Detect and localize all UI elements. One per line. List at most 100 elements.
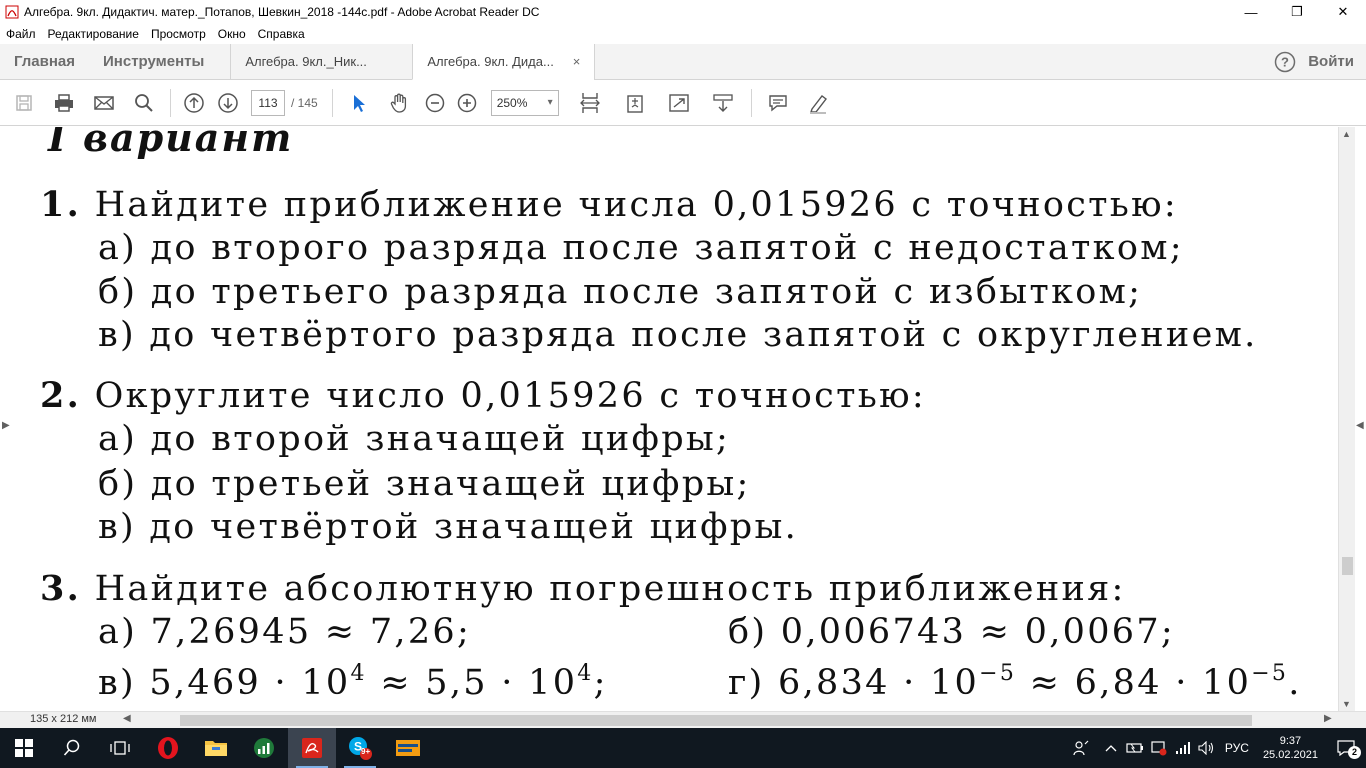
question-3-d-approx: ≈ 6,84 · 10 <box>1016 663 1252 703</box>
acrobat-taskbar-icon[interactable] <box>288 728 336 768</box>
window-title: Алгебра. 9кл. Дидактич. матер._Потапов, … <box>24 5 540 19</box>
question-3-c-base: в) 5,469 · 10 <box>98 663 351 703</box>
scroll-right-icon[interactable]: ▶ <box>1324 713 1332 724</box>
notification-center-icon[interactable]: 2 <box>1326 728 1366 768</box>
zoom-in-icon[interactable] <box>451 87 483 119</box>
left-pane-toggle-icon[interactable]: ▶ <box>2 420 10 431</box>
question-2-text: Округлите число 0,015926 с точностью: <box>94 376 926 416</box>
file-explorer-icon[interactable] <box>192 728 240 768</box>
zoom-select[interactable]: 250% ▾ <box>490 89 559 116</box>
vertical-scroll-thumb[interactable] <box>1342 557 1353 575</box>
task-manager-icon[interactable] <box>240 728 288 768</box>
select-tool-icon[interactable] <box>339 87 379 119</box>
close-window-button[interactable]: ✕ <box>1320 0 1366 24</box>
print-icon[interactable] <box>44 87 84 119</box>
opera-icon[interactable] <box>144 728 192 768</box>
question-3-c-exponent: 4 <box>350 661 367 686</box>
chevron-down-icon: ▾ <box>547 97 553 108</box>
people-icon[interactable] <box>1069 740 1093 756</box>
question-3: 3. Найдите абсолютную погрешность прибли… <box>40 568 1126 609</box>
clock-date: 25.02.2021 <box>1262 749 1318 761</box>
tab-document-1-label: Алгебра. 9кл._Ник... <box>245 54 367 69</box>
tab-document-1[interactable]: Алгебра. 9кл._Ник... <box>230 44 412 79</box>
volume-icon[interactable] <box>1195 741 1219 755</box>
next-page-icon[interactable] <box>211 87 245 119</box>
scroll-down-icon[interactable]: ▼ <box>1342 699 1351 709</box>
close-tab-icon[interactable]: × <box>573 54 581 69</box>
question-1-c: в) до четвёртого разряда после запятой с… <box>98 315 1258 355</box>
variant-heading: I вариант <box>48 127 294 160</box>
title-bar: Алгебра. 9кл. Дидактич. матер._Потапов, … <box>0 0 1366 24</box>
question-1-number: 1. <box>40 184 82 225</box>
help-icon[interactable]: ? <box>1262 44 1308 79</box>
menu-view[interactable]: Просмотр <box>145 27 212 41</box>
tab-document-2[interactable]: Алгебра. 9кл. Дида... × <box>412 44 595 80</box>
task-view-icon[interactable] <box>96 728 144 768</box>
right-pane-toggle-icon[interactable]: ◀ <box>1356 420 1364 431</box>
vertical-scrollbar[interactable]: ▲ ▼ <box>1338 127 1355 711</box>
clock[interactable]: 9:37 25.02.2021 <box>1255 734 1326 762</box>
scroll-mode-icon[interactable] <box>701 87 745 119</box>
acrobat-app-icon <box>4 4 20 20</box>
tab-document-2-label: Алгебра. 9кл. Дида... <box>427 54 554 69</box>
email-icon[interactable] <box>84 87 124 119</box>
skype-badge: 9+ <box>361 747 371 756</box>
security-warning-icon[interactable] <box>1147 740 1171 756</box>
question-3-d: г) 6,834 · 10−5 ≈ 6,84 · 10−5. <box>728 661 1302 703</box>
question-1-a: а) до второго разряда после запятой с не… <box>98 228 1184 268</box>
minimize-button[interactable]: — <box>1228 0 1274 24</box>
system-tray: РУС 9:37 25.02.2021 2 <box>1069 728 1366 768</box>
question-3-d-end: . <box>1288 663 1302 703</box>
question-3-d-exponent: −5 <box>979 661 1017 686</box>
toolbar-separator <box>331 88 333 117</box>
page-number-input[interactable]: 113 <box>251 89 285 116</box>
question-3-c-approx: ≈ 5,5 · 10 <box>366 663 578 703</box>
save-icon[interactable] <box>4 87 44 119</box>
language-indicator[interactable]: РУС <box>1219 741 1255 755</box>
question-3-number: 3. <box>40 568 82 609</box>
menu-window[interactable]: Окно <box>212 27 252 41</box>
notification-count: 2 <box>1348 746 1361 759</box>
sign-in-button[interactable]: Войти <box>1308 44 1366 79</box>
menu-edit[interactable]: Редактирование <box>42 27 145 41</box>
full-screen-icon[interactable] <box>657 87 701 119</box>
question-2-a: а) до второй значащей цифры; <box>98 419 731 459</box>
question-3-c: в) 5,469 · 104 ≈ 5,5 · 104; <box>98 661 608 703</box>
tab-home[interactable]: Главная <box>0 44 89 79</box>
question-3-c-exponent-2: 4 <box>577 661 594 686</box>
question-1-b: б) до третьего разряда после запятой с и… <box>98 272 1143 312</box>
horizontal-scroll-thumb[interactable] <box>180 715 1252 726</box>
tab-tools[interactable]: Инструменты <box>89 44 230 79</box>
question-3-text: Найдите абсолютную погрешность приближен… <box>94 569 1126 609</box>
scroll-up-icon[interactable]: ▲ <box>1342 129 1351 139</box>
comment-icon[interactable] <box>758 87 798 119</box>
skype-icon[interactable]: S 9+ <box>336 728 384 768</box>
question-3-a: а) 7,26945 ≈ 7,26; <box>98 612 472 652</box>
quick-solution-icon[interactable] <box>384 728 432 768</box>
question-1-text: Найдите приближение числа 0,015926 с точ… <box>94 185 1178 225</box>
question-2-b: б) до третьей значащей цифры; <box>98 464 751 504</box>
menu-help[interactable]: Справка <box>252 27 311 41</box>
hand-tool-icon[interactable] <box>379 87 419 119</box>
zoom-out-icon[interactable] <box>419 87 451 119</box>
rotate-icon[interactable] <box>613 87 657 119</box>
restore-button[interactable]: ❐ <box>1274 0 1320 24</box>
menu-file[interactable]: Файл <box>0 27 42 41</box>
status-bar: 135 x 212 мм ◀ ▶ <box>0 711 1366 728</box>
highlight-icon[interactable] <box>798 87 838 119</box>
document-viewport[interactable]: I вариант 1. Найдите приближение числа 0… <box>12 127 1338 711</box>
fit-page-icon[interactable] <box>567 87 613 119</box>
question-3-d-exponent-2: −5 <box>1251 661 1289 686</box>
scroll-left-icon[interactable]: ◀ <box>123 713 131 724</box>
zoom-value: 250% <box>496 95 528 110</box>
previous-page-icon[interactable] <box>177 87 211 119</box>
taskbar-search-icon[interactable] <box>48 728 96 768</box>
question-3-d-base: г) 6,834 · 10 <box>728 663 980 703</box>
network-signal-icon[interactable] <box>1171 741 1195 755</box>
show-hidden-icons-icon[interactable] <box>1099 743 1123 753</box>
tab-bar-spacer <box>594 44 1262 79</box>
page-total: / 145 <box>291 95 318 110</box>
search-icon[interactable] <box>124 87 164 119</box>
windows-start-icon[interactable] <box>0 728 48 768</box>
battery-icon[interactable] <box>1123 742 1147 754</box>
